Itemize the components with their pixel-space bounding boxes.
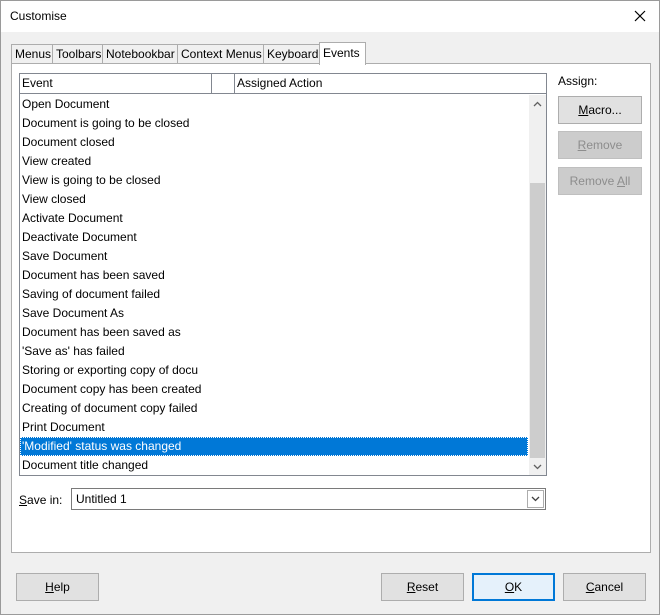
close-button[interactable] bbox=[627, 5, 653, 27]
assign-label: Assign: bbox=[558, 74, 598, 88]
list-item[interactable]: Document has been saved as bbox=[20, 323, 528, 342]
column-divider[interactable] bbox=[212, 74, 235, 94]
event-name: Storing or exporting copy of docu bbox=[22, 363, 199, 377]
events-list[interactable]: Event Assigned Action Open Document Docum… bbox=[19, 73, 547, 476]
event-name: Document has been saved as bbox=[22, 325, 181, 339]
scroll-up-button[interactable] bbox=[529, 95, 546, 112]
macro-button[interactable]: Macro... bbox=[558, 96, 642, 124]
cancel-button[interactable]: Cancel bbox=[563, 573, 646, 601]
event-name: View created bbox=[22, 154, 92, 168]
list-item[interactable]: Creating of document copy failed bbox=[20, 399, 528, 418]
list-item[interactable]: Document closed bbox=[20, 133, 528, 152]
list-item[interactable]: Storing or exporting copy of docu bbox=[20, 361, 528, 380]
list-item[interactable]: Open Document bbox=[20, 95, 528, 114]
dialog-title: Customise bbox=[10, 9, 67, 23]
event-name: Open Document bbox=[22, 97, 110, 111]
list-rows: Open Document Document is going to be clo… bbox=[20, 95, 528, 475]
list-item[interactable]: Document title changed bbox=[20, 456, 528, 475]
list-item[interactable]: Activate Document bbox=[20, 209, 528, 228]
save-in-label: Save in: bbox=[19, 493, 63, 507]
list-item[interactable]: View created bbox=[20, 152, 528, 171]
tab-notebookbar[interactable]: Notebookbar bbox=[102, 44, 178, 64]
remove-all-button[interactable]: Remove All bbox=[558, 167, 642, 195]
event-name: View is going to be closed bbox=[22, 173, 161, 187]
tab-toolbars[interactable]: Toolbars bbox=[52, 44, 103, 64]
scroll-down-button[interactable] bbox=[529, 458, 546, 475]
vertical-scrollbar[interactable] bbox=[529, 95, 546, 475]
list-header: Event Assigned Action bbox=[20, 74, 546, 94]
event-name: Save Document As bbox=[22, 306, 125, 320]
list-item[interactable]: 'Save as' has failed bbox=[20, 342, 528, 361]
column-header-assigned-action[interactable]: Assigned Action bbox=[235, 74, 546, 94]
title-bar: Customise bbox=[1, 1, 659, 32]
reset-button[interactable]: Reset bbox=[381, 573, 464, 601]
event-name: Print Document bbox=[22, 420, 105, 434]
list-item[interactable]: 'Modified' status was changed bbox=[20, 437, 528, 456]
list-item[interactable]: Document copy has been created bbox=[20, 380, 528, 399]
event-name: Activate Document bbox=[22, 211, 123, 225]
event-name: Document is going to be closed bbox=[22, 116, 190, 130]
event-name: 'Save as' has failed bbox=[22, 344, 125, 358]
list-item[interactable]: Print Document bbox=[20, 418, 528, 437]
list-item[interactable]: Document has been saved bbox=[20, 266, 528, 285]
event-name: Document title changed bbox=[22, 458, 149, 472]
chevron-down-icon bbox=[533, 464, 542, 469]
event-name: Document has been saved bbox=[22, 268, 165, 282]
ok-button[interactable]: OK bbox=[472, 573, 555, 601]
event-name: Document copy has been created bbox=[22, 382, 202, 396]
event-name: Deactivate Document bbox=[22, 230, 137, 244]
tab-events[interactable]: Events bbox=[319, 42, 366, 65]
save-in-select[interactable]: Untitled 1 bbox=[71, 488, 546, 510]
chevron-down-icon bbox=[531, 496, 540, 502]
event-name: Saving of document failed bbox=[22, 287, 161, 301]
chevron-up-icon bbox=[533, 101, 542, 106]
tab-context-menus[interactable]: Context Menus bbox=[177, 44, 264, 64]
tab-keyboard[interactable]: Keyboard bbox=[263, 44, 320, 64]
close-icon bbox=[634, 10, 646, 22]
save-in-value: Untitled 1 bbox=[76, 492, 127, 506]
event-name: Document closed bbox=[22, 135, 115, 149]
column-header-event[interactable]: Event bbox=[20, 74, 212, 94]
list-item[interactable]: Saving of document failed bbox=[20, 285, 528, 304]
help-button[interactable]: Help bbox=[16, 573, 99, 601]
list-item[interactable]: Save Document As bbox=[20, 304, 528, 323]
tab-menus[interactable]: Menus bbox=[11, 44, 53, 64]
event-name: 'Modified' status was changed bbox=[22, 439, 182, 453]
scroll-thumb[interactable] bbox=[530, 183, 545, 458]
list-item[interactable]: Document is going to be closed bbox=[20, 114, 528, 133]
save-in-dropdown-button[interactable] bbox=[527, 490, 544, 508]
event-name: View closed bbox=[22, 192, 86, 206]
remove-button[interactable]: Remove bbox=[558, 131, 642, 159]
list-item[interactable]: View is going to be closed bbox=[20, 171, 528, 190]
event-name: Save Document bbox=[22, 249, 108, 263]
event-name: Creating of document copy failed bbox=[22, 401, 198, 415]
customise-dialog: Customise Menus Toolbars Notebookbar Con… bbox=[0, 0, 660, 615]
list-item[interactable]: View closed bbox=[20, 190, 528, 209]
list-item[interactable]: Save Document bbox=[20, 247, 528, 266]
list-item[interactable]: Deactivate Document bbox=[20, 228, 528, 247]
